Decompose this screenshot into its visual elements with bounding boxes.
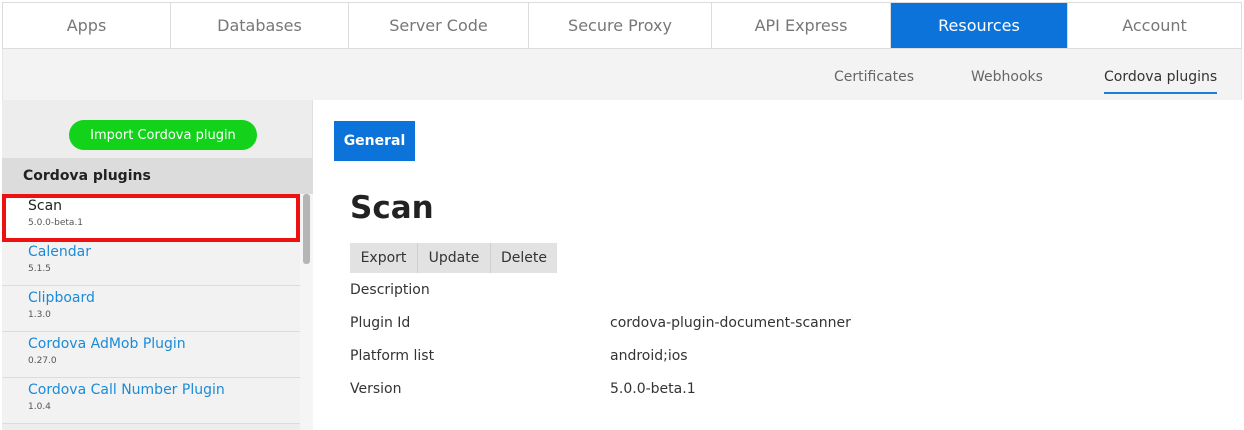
export-button[interactable]: Export xyxy=(350,243,418,273)
plugin-version: 5.1.5 xyxy=(28,264,51,274)
plugin-list: Scan 5.0.0-beta.1 Calendar 5.1.5 Clipboa… xyxy=(2,194,300,430)
plugin-version: 5.0.0-beta.1 xyxy=(28,218,84,228)
scrollbar-thumb[interactable] xyxy=(303,194,310,264)
sidebar-header: Cordova plugins xyxy=(2,158,313,194)
plugin-name: Cordova AdMob Plugin xyxy=(28,336,186,352)
plugin-actions: Export Update Delete xyxy=(350,243,557,273)
plugin-item-scan[interactable]: Scan 5.0.0-beta.1 xyxy=(2,194,300,240)
tab-databases[interactable]: Databases xyxy=(171,3,349,48)
sidebar-scrollbar[interactable] xyxy=(300,194,313,430)
plugin-version: 1.3.0 xyxy=(28,310,51,320)
tab-account[interactable]: Account xyxy=(1068,3,1241,48)
tab-server-code[interactable]: Server Code xyxy=(349,3,529,48)
version-label: Version xyxy=(350,381,402,397)
tab-api-express[interactable]: API Express xyxy=(712,3,891,48)
plugin-id-value: cordova-plugin-document-scanner xyxy=(610,315,851,331)
plugin-name: Clipboard xyxy=(28,290,95,306)
tab-apps[interactable]: Apps xyxy=(3,3,171,48)
sub-nav: Certificates Webhooks Cordova plugins xyxy=(2,49,1242,100)
import-cordova-plugin-button[interactable]: Import Cordova plugin xyxy=(69,120,257,150)
plugin-name: Calendar xyxy=(28,244,91,260)
update-button[interactable]: Update xyxy=(418,243,491,273)
tab-secure-proxy[interactable]: Secure Proxy xyxy=(529,3,712,48)
platform-list-value: android;ios xyxy=(610,348,688,364)
plugin-title: Scan xyxy=(350,190,434,226)
plugin-version: 0.27.0 xyxy=(28,356,57,366)
tab-resources[interactable]: Resources xyxy=(891,3,1068,48)
plugin-item-cordova-admob[interactable]: Cordova AdMob Plugin 0.27.0 xyxy=(2,332,300,378)
plugin-item-calendar[interactable]: Calendar 5.1.5 xyxy=(2,240,300,286)
tab-general[interactable]: General xyxy=(334,121,415,161)
plugins-sidebar: Import Cordova plugin Cordova plugins Sc… xyxy=(2,100,313,430)
version-value: 5.0.0-beta.1 xyxy=(610,381,696,397)
plugin-version: 1.0.4 xyxy=(28,402,51,412)
subtab-cordova-plugins[interactable]: Cordova plugins xyxy=(1104,69,1218,94)
description-label: Description xyxy=(350,282,430,298)
top-nav: Apps Databases Server Code Secure Proxy … xyxy=(2,2,1242,49)
delete-button[interactable]: Delete xyxy=(491,243,557,273)
plugin-id-label: Plugin Id xyxy=(350,315,411,331)
subtab-certificates[interactable]: Certificates xyxy=(834,69,914,85)
plugin-item-clipboard[interactable]: Clipboard 1.3.0 xyxy=(2,286,300,332)
plugin-name: Cordova Call Number Plugin xyxy=(28,382,225,398)
plugin-name: Scan xyxy=(28,198,63,214)
platform-list-label: Platform list xyxy=(350,348,435,364)
plugin-item-cordova-call-number[interactable]: Cordova Call Number Plugin 1.0.4 xyxy=(2,378,300,424)
subtab-webhooks[interactable]: Webhooks xyxy=(971,69,1043,85)
